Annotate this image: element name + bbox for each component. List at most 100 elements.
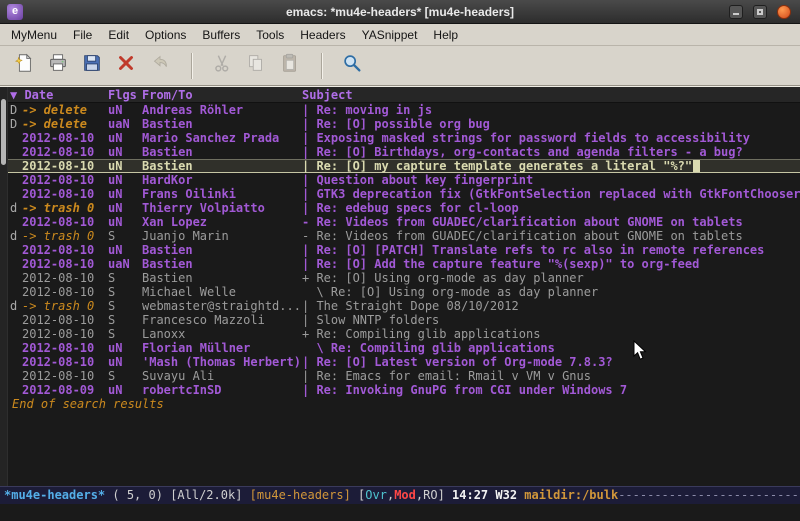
message-flags: S [108, 327, 142, 341]
message-subject: | Re: [O] Birthdays, org-contacts and ag… [302, 145, 800, 159]
menu-item-file[interactable]: File [65, 26, 100, 44]
message-row[interactable]: 2012-08-10 uN Bastien | Re: [O] Birthday… [8, 145, 800, 159]
message-row[interactable]: 2012-08-10 uN Florian Müllner \ Re: Comp… [8, 341, 800, 355]
close-icon [115, 52, 137, 79]
message-flags: uN [108, 103, 142, 117]
column-header-date[interactable]: ▼ Date [8, 87, 108, 102]
message-flags: S [108, 369, 142, 383]
message-row[interactable]: 2012-08-09 uN robertcInSD | Re: Invoking… [8, 383, 800, 397]
message-row[interactable]: 2012-08-10 S Bastien + Re: [O] Using org… [8, 271, 800, 285]
message-row[interactable]: 2012-08-10 uN Frans Oilinki | GTK3 depre… [8, 187, 800, 201]
mark-char: d [8, 299, 22, 313]
message-row[interactable]: 2012-08-10 uaN Bastien | Re: [O] Add the… [8, 257, 800, 271]
message-row[interactable]: 2012-08-10 uN Xan Lopez - Re: Videos fro… [8, 215, 800, 229]
message-row[interactable]: 2012-08-10 uN Mario Sanchez Prada | Expo… [8, 131, 800, 145]
search-button[interactable] [336, 51, 368, 81]
message-flags: uN [108, 159, 142, 173]
minimize-button[interactable] [729, 5, 743, 19]
header-line[interactable]: ▼ Date Flgs From/To Subject [8, 87, 800, 103]
modeline-segment-red: Mod [394, 488, 416, 502]
message-row[interactable]: D -> delete uaN Bastien | Re: [O] possib… [8, 117, 800, 131]
column-header-flags[interactable]: Flgs [108, 87, 142, 102]
mark-char [8, 383, 22, 397]
close-button[interactable] [777, 5, 791, 19]
menu-item-buffers[interactable]: Buffers [194, 26, 248, 44]
scrollbar-thumb[interactable] [1, 99, 6, 165]
mark-char [8, 285, 22, 299]
message-row[interactable]: 2012-08-10 S Lanoxx + Re: Compiling glib… [8, 327, 800, 341]
message-from: Michael Welle [142, 285, 302, 299]
message-date: 2012-08-09 [22, 383, 108, 397]
mode-line[interactable]: *mu4e-headers* ( 5, 0) [All/2.0k] [mu4e-… [0, 486, 800, 504]
message-subject: - Re: Videos from GUADEC/clarification a… [302, 229, 800, 243]
cut-button[interactable] [206, 51, 238, 81]
message-date: -> trash 0 [22, 299, 108, 313]
menu-item-headers[interactable]: Headers [292, 26, 353, 44]
column-header-from[interactable]: From/To [142, 87, 302, 102]
modeline-segment-plain: ( 5, 0) [105, 488, 170, 502]
end-of-results-text: End of search results [8, 397, 800, 411]
menu-item-edit[interactable]: Edit [100, 26, 137, 44]
menu-item-yasnippet[interactable]: YASnippet [354, 26, 426, 44]
mark-char: d [8, 201, 22, 215]
message-flags: uN [108, 355, 142, 369]
message-row[interactable]: 2012-08-10 uN Bastien | Re: [O] [PATCH] … [8, 243, 800, 257]
menu-item-help[interactable]: Help [425, 26, 466, 44]
message-from: Lanoxx [142, 327, 302, 341]
message-row[interactable]: d -> trash 0 S webmaster@straightd... | … [8, 299, 800, 313]
message-from: Bastien [142, 117, 302, 131]
message-flags: S [108, 285, 142, 299]
message-date: 2012-08-10 [22, 173, 108, 187]
message-date: -> delete [22, 103, 108, 117]
paste-button[interactable] [274, 51, 306, 81]
text-cursor [693, 160, 700, 172]
message-row[interactable]: 2012-08-10 uN 'Mash (Thomas Herbert) | R… [8, 355, 800, 369]
message-row[interactable]: 2012-08-10 S Suvayu Ali | Re: Emacs for … [8, 369, 800, 383]
message-subject: + Re: [O] Using org-mode as day planner [302, 271, 800, 285]
echo-area[interactable] [0, 504, 800, 521]
message-row[interactable]: 2012-08-10 uN HardKor | Question about k… [8, 173, 800, 187]
message-subject: | Question about key fingerprint [302, 173, 800, 187]
message-row[interactable]: d -> trash 0 uN Thierry Volpiatto | Re: … [8, 201, 800, 215]
message-subject: | Re: [O] Add the capture feature "%(sex… [302, 257, 800, 271]
message-date: 2012-08-10 [22, 257, 108, 271]
scrollbar[interactable] [0, 87, 8, 486]
copy-button[interactable] [240, 51, 272, 81]
window-controls [729, 5, 791, 19]
headers-buffer[interactable]: D -> delete uN Andreas Röhler | Re: movi… [8, 103, 800, 486]
maximize-button[interactable] [753, 5, 767, 19]
modeline-segment-plain: ,RO] [416, 488, 445, 502]
paste-icon [279, 52, 301, 79]
message-flags: uN [108, 341, 142, 355]
message-from: Mario Sanchez Prada [142, 131, 302, 145]
message-flags: uN [108, 173, 142, 187]
message-row[interactable]: 2012-08-10 S Francesco Mazzoli | Slow NN… [8, 313, 800, 327]
message-from: Francesco Mazzoli [142, 313, 302, 327]
message-row[interactable]: d -> trash 0 S Juanjo Marin - Re: Videos… [8, 229, 800, 243]
mark-char [8, 355, 22, 369]
new-file-button[interactable] [8, 51, 40, 81]
menu-item-tools[interactable]: Tools [248, 26, 292, 44]
message-date: 2012-08-10 [22, 327, 108, 341]
message-date: 2012-08-10 [22, 313, 108, 327]
message-date: 2012-08-10 [22, 369, 108, 383]
message-subject: | Re: [O] possible org bug [302, 117, 800, 131]
message-row[interactable]: D -> delete uN Andreas Röhler | Re: movi… [8, 103, 800, 117]
save-button[interactable] [76, 51, 108, 81]
mark-char [8, 159, 22, 173]
close-button[interactable] [110, 51, 142, 81]
mark-char [8, 131, 22, 145]
mark-char [8, 257, 22, 271]
message-row[interactable]: 2012-08-10 uN Bastien | Re: [O] my captu… [8, 159, 800, 173]
print-button[interactable] [42, 51, 74, 81]
undo-button[interactable] [144, 51, 176, 81]
copy-icon [245, 52, 267, 79]
modeline-segment-mode: [mu4e-headers] [250, 488, 358, 502]
message-row[interactable]: 2012-08-10 S Michael Welle \ Re: [O] Usi… [8, 285, 800, 299]
column-header-subject[interactable]: Subject [302, 87, 353, 102]
menu-item-options[interactable]: Options [137, 26, 194, 44]
menu-item-mymenu[interactable]: MyMenu [3, 26, 65, 44]
message-subject: | Re: Emacs for email: Rmail v VM v Gnus [302, 369, 800, 383]
title-bar[interactable]: e emacs: *mu4e-headers* [mu4e-headers] [0, 0, 800, 24]
mark-char [8, 215, 22, 229]
